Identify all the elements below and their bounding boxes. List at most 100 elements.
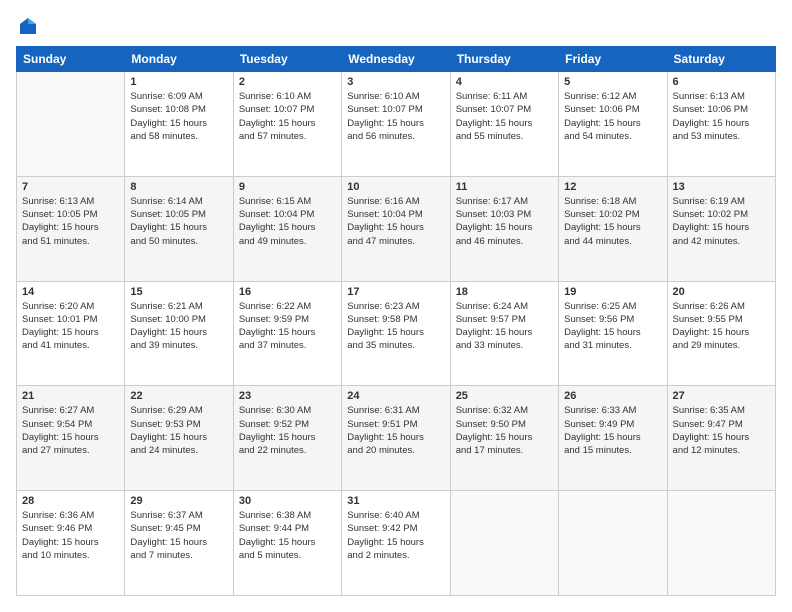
calendar-cell: 14 Sunrise: 6:20 AM Sunset: 10:01 PM Dayl… (17, 281, 125, 386)
day-number: 3 (347, 76, 444, 88)
day-info: Sunrise: 6:24 AM Sunset: 9:57 PM Dayligh… (456, 300, 553, 353)
day-info: Sunrise: 6:14 AM Sunset: 10:05 PM Daylig… (130, 195, 227, 248)
day-info: Sunrise: 6:20 AM Sunset: 10:01 PM Daylig… (22, 300, 119, 353)
calendar-cell: 24Sunrise: 6:31 AM Sunset: 9:51 PM Dayli… (342, 386, 450, 491)
day-info: Sunrise: 6:26 AM Sunset: 9:55 PM Dayligh… (673, 300, 770, 353)
day-number: 14 (22, 286, 119, 298)
day-info: Sunrise: 6:32 AM Sunset: 9:50 PM Dayligh… (456, 404, 553, 457)
day-header-friday: Friday (559, 47, 667, 72)
day-info: Sunrise: 6:18 AM Sunset: 10:02 PM Daylig… (564, 195, 661, 248)
calendar-cell: 1 Sunrise: 6:09 AM Sunset: 10:08 PM Dayli… (125, 72, 233, 177)
week-row-4: 21 Sunrise: 6:27 AM Sunset: 9:54 PM Dayli… (17, 386, 776, 491)
calendar-cell: 13 Sunrise: 6:19 AM Sunset: 10:02 PM Dayl… (667, 176, 775, 281)
day-header-tuesday: Tuesday (233, 47, 341, 72)
day-info: Sunrise: 6:21 AM Sunset: 10:00 PM Daylig… (130, 300, 227, 353)
calendar-cell: 29 Sunrise: 6:37 AM Sunset: 9:45 PM Dayli… (125, 491, 233, 596)
day-info: Sunrise: 6:13 AM Sunset: 10:05 PM Daylig… (22, 195, 119, 248)
day-number: 23 (239, 390, 336, 402)
calendar-cell (559, 491, 667, 596)
day-number: 15 (130, 286, 227, 298)
day-header-sunday: Sunday (17, 47, 125, 72)
calendar-cell: 18 Sunrise: 6:24 AM Sunset: 9:57 PM Dayli… (450, 281, 558, 386)
day-header-thursday: Thursday (450, 47, 558, 72)
day-info: Sunrise: 6:36 AM Sunset: 9:46 PM Dayligh… (22, 509, 119, 562)
day-number: 4 (456, 76, 553, 88)
calendar-cell: 3Sunrise: 6:10 AM Sunset: 10:07 PM Dayli… (342, 72, 450, 177)
day-info: Sunrise: 6:15 AM Sunset: 10:04 PM Daylig… (239, 195, 336, 248)
day-number: 28 (22, 495, 119, 507)
calendar-cell: 25 Sunrise: 6:32 AM Sunset: 9:50 PM Dayli… (450, 386, 558, 491)
day-number: 9 (239, 181, 336, 193)
day-info: Sunrise: 6:10 AM Sunset: 10:07 PM Daylig… (239, 90, 336, 143)
calendar-cell: 19Sunrise: 6:25 AM Sunset: 9:56 PM Dayli… (559, 281, 667, 386)
day-number: 1 (130, 76, 227, 88)
day-number: 7 (22, 181, 119, 193)
day-number: 26 (564, 390, 661, 402)
page: SundayMondayTuesdayWednesdayThursdayFrid… (0, 0, 792, 612)
day-number: 2 (239, 76, 336, 88)
calendar-cell: 16 Sunrise: 6:22 AM Sunset: 9:59 PM Dayli… (233, 281, 341, 386)
calendar-cell: 27Sunrise: 6:35 AM Sunset: 9:47 PM Dayli… (667, 386, 775, 491)
day-number: 18 (456, 286, 553, 298)
calendar-cell: 6 Sunrise: 6:13 AM Sunset: 10:06 PM Dayli… (667, 72, 775, 177)
calendar-cell (450, 491, 558, 596)
day-number: 12 (564, 181, 661, 193)
day-header-wednesday: Wednesday (342, 47, 450, 72)
calendar-cell: 17Sunrise: 6:23 AM Sunset: 9:58 PM Dayli… (342, 281, 450, 386)
calendar-cell (17, 72, 125, 177)
day-info: Sunrise: 6:09 AM Sunset: 10:08 PM Daylig… (130, 90, 227, 143)
day-number: 20 (673, 286, 770, 298)
calendar-cell: 28 Sunrise: 6:36 AM Sunset: 9:46 PM Dayli… (17, 491, 125, 596)
calendar-cell: 4 Sunrise: 6:11 AM Sunset: 10:07 PM Dayli… (450, 72, 558, 177)
day-number: 25 (456, 390, 553, 402)
calendar-cell: 20 Sunrise: 6:26 AM Sunset: 9:55 PM Dayli… (667, 281, 775, 386)
week-row-5: 28 Sunrise: 6:36 AM Sunset: 9:46 PM Dayli… (17, 491, 776, 596)
day-info: Sunrise: 6:30 AM Sunset: 9:52 PM Dayligh… (239, 404, 336, 457)
day-info: Sunrise: 6:27 AM Sunset: 9:54 PM Dayligh… (22, 404, 119, 457)
day-number: 21 (22, 390, 119, 402)
calendar-cell: 21 Sunrise: 6:27 AM Sunset: 9:54 PM Dayli… (17, 386, 125, 491)
week-row-3: 14 Sunrise: 6:20 AM Sunset: 10:01 PM Dayl… (17, 281, 776, 386)
day-number: 29 (130, 495, 227, 507)
calendar-cell: 26 Sunrise: 6:33 AM Sunset: 9:49 PM Dayli… (559, 386, 667, 491)
day-number: 22 (130, 390, 227, 402)
day-number: 27 (673, 390, 770, 402)
calendar-table: SundayMondayTuesdayWednesdayThursdayFrid… (16, 46, 776, 596)
logo-icon (18, 16, 38, 36)
logo (16, 16, 38, 36)
day-info: Sunrise: 6:12 AM Sunset: 10:06 PM Daylig… (564, 90, 661, 143)
calendar-cell: 5Sunrise: 6:12 AM Sunset: 10:06 PM Dayli… (559, 72, 667, 177)
day-info: Sunrise: 6:38 AM Sunset: 9:44 PM Dayligh… (239, 509, 336, 562)
calendar-cell: 2 Sunrise: 6:10 AM Sunset: 10:07 PM Dayli… (233, 72, 341, 177)
day-number: 10 (347, 181, 444, 193)
day-number: 8 (130, 181, 227, 193)
calendar-cell: 8 Sunrise: 6:14 AM Sunset: 10:05 PM Dayli… (125, 176, 233, 281)
calendar-cell: 31 Sunrise: 6:40 AM Sunset: 9:42 PM Dayli… (342, 491, 450, 596)
calendar-cell: 12 Sunrise: 6:18 AM Sunset: 10:02 PM Dayl… (559, 176, 667, 281)
day-info: Sunrise: 6:19 AM Sunset: 10:02 PM Daylig… (673, 195, 770, 248)
day-header-monday: Monday (125, 47, 233, 72)
calendar-cell: 23 Sunrise: 6:30 AM Sunset: 9:52 PM Dayli… (233, 386, 341, 491)
day-info: Sunrise: 6:29 AM Sunset: 9:53 PM Dayligh… (130, 404, 227, 457)
calendar-header-row: SundayMondayTuesdayWednesdayThursdayFrid… (17, 47, 776, 72)
day-info: Sunrise: 6:40 AM Sunset: 9:42 PM Dayligh… (347, 509, 444, 562)
calendar-cell: 22 Sunrise: 6:29 AM Sunset: 9:53 PM Dayli… (125, 386, 233, 491)
day-number: 6 (673, 76, 770, 88)
day-info: Sunrise: 6:37 AM Sunset: 9:45 PM Dayligh… (130, 509, 227, 562)
week-row-1: 1 Sunrise: 6:09 AM Sunset: 10:08 PM Dayli… (17, 72, 776, 177)
day-info: Sunrise: 6:22 AM Sunset: 9:59 PM Dayligh… (239, 300, 336, 353)
calendar-cell: 15 Sunrise: 6:21 AM Sunset: 10:00 PM Dayl… (125, 281, 233, 386)
day-number: 31 (347, 495, 444, 507)
day-info: Sunrise: 6:33 AM Sunset: 9:49 PM Dayligh… (564, 404, 661, 457)
week-row-2: 7 Sunrise: 6:13 AM Sunset: 10:05 PM Dayli… (17, 176, 776, 281)
day-number: 13 (673, 181, 770, 193)
calendar-cell: 10Sunrise: 6:16 AM Sunset: 10:04 PM Dayl… (342, 176, 450, 281)
calendar-cell: 7 Sunrise: 6:13 AM Sunset: 10:05 PM Dayli… (17, 176, 125, 281)
header (16, 16, 776, 36)
day-header-saturday: Saturday (667, 47, 775, 72)
day-number: 16 (239, 286, 336, 298)
day-number: 11 (456, 181, 553, 193)
day-info: Sunrise: 6:13 AM Sunset: 10:06 PM Daylig… (673, 90, 770, 143)
day-info: Sunrise: 6:11 AM Sunset: 10:07 PM Daylig… (456, 90, 553, 143)
day-info: Sunrise: 6:25 AM Sunset: 9:56 PM Dayligh… (564, 300, 661, 353)
